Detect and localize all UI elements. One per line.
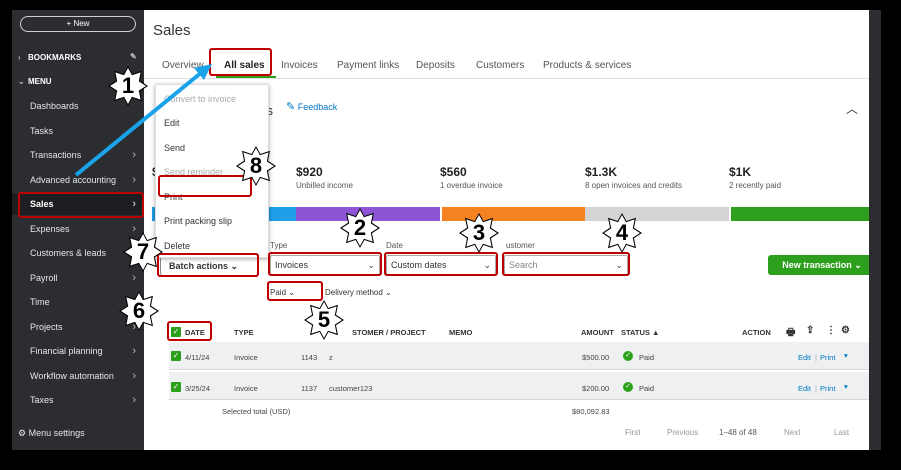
badge-3: 3 <box>459 213 499 253</box>
badge-2: 2 <box>340 208 380 248</box>
badge-6: 6 <box>119 291 159 331</box>
badge-4: 4 <box>602 213 642 253</box>
app-frame: + New › BOOKMARKS ✎ ⌄ MENU Dashboards Task… <box>12 10 881 450</box>
badge-8: 8 <box>236 146 276 186</box>
badge-7: 7 <box>123 232 163 272</box>
badge-5: 5 <box>304 300 344 340</box>
badge-1: 1 <box>108 66 148 106</box>
